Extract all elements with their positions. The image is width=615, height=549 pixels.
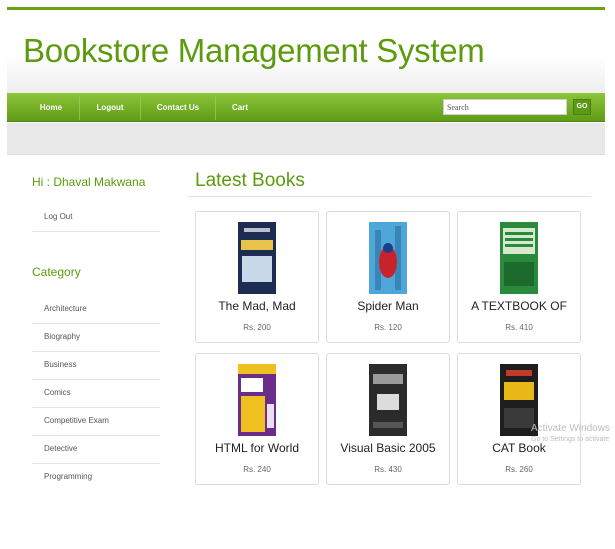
book-card[interactable]: Visual Basic 2005 Rs. 430	[326, 353, 450, 485]
sub-bar	[7, 123, 605, 155]
category-item-business[interactable]: Business	[32, 352, 160, 380]
nav-home-link[interactable]: Home	[25, 93, 77, 122]
book-price: Rs. 200	[243, 323, 271, 332]
book-cover-image	[238, 222, 276, 294]
book-title: A TEXTBOOK OF	[471, 299, 567, 313]
category-heading: Category	[32, 265, 81, 279]
nav-bar: Home Logout Contact Us Cart GO	[7, 93, 605, 122]
book-title: Visual Basic 2005	[340, 441, 436, 455]
nav-separator	[140, 96, 141, 120]
category-item-comics[interactable]: Comics	[32, 380, 160, 408]
book-price: Rs. 240	[243, 465, 271, 474]
book-price: Rs. 410	[505, 323, 533, 332]
activate-windows-watermark: Activate Windows Go to Settings to activ…	[531, 422, 615, 444]
book-cover-image	[369, 364, 407, 436]
book-card[interactable]: Spider Man Rs. 120	[326, 211, 450, 343]
site-title: Bookstore Management System	[23, 32, 485, 69]
nav-logout-link[interactable]: Logout	[85, 93, 135, 122]
book-title: The Mad, Mad	[218, 299, 296, 313]
watermark-line2: Go to Settings to activate	[531, 436, 610, 443]
category-item-programming[interactable]: Programming	[32, 464, 160, 492]
book-card[interactable]: CAT Book Rs. 260	[457, 353, 581, 485]
book-card[interactable]: The Mad, Mad Rs. 200	[195, 211, 319, 343]
category-item-detective[interactable]: Detective	[32, 436, 160, 464]
category-item-architecture[interactable]: Architecture	[32, 296, 160, 324]
book-price: Rs. 120	[374, 323, 402, 332]
category-item-biography[interactable]: Biography	[32, 324, 160, 352]
category-list: Architecture Biography Business Comics C…	[32, 296, 160, 492]
book-price: Rs. 260	[505, 465, 533, 474]
category-item-competitive-exam[interactable]: Competitive Exam	[32, 408, 160, 436]
nav-separator	[79, 96, 80, 120]
heading-divider	[188, 196, 591, 197]
book-cover-image	[500, 222, 538, 294]
book-card[interactable]: A TEXTBOOK OF Rs. 410	[457, 211, 581, 343]
book-title: Spider Man	[357, 299, 419, 313]
site-header: Bookstore Management System	[7, 7, 605, 93]
go-button[interactable]: GO	[573, 99, 591, 115]
nav-cart-link[interactable]: Cart	[221, 93, 259, 122]
sidebar-logout-link[interactable]: Log Out	[32, 206, 160, 232]
book-price: Rs. 430	[374, 465, 402, 474]
nav-separator	[215, 96, 216, 120]
nav-contact-link[interactable]: Contact Us	[147, 93, 209, 122]
book-card[interactable]: HTML for World Rs. 240	[195, 353, 319, 485]
search-input[interactable]	[443, 99, 567, 115]
book-cover-image	[238, 364, 276, 436]
latest-books-heading: Latest Books	[195, 170, 305, 191]
watermark-line1: Activate Windows	[531, 423, 610, 434]
user-greeting: Hi : Dhaval Makwana	[32, 175, 146, 189]
book-cover-image	[369, 222, 407, 294]
book-title: HTML for World	[214, 441, 299, 455]
